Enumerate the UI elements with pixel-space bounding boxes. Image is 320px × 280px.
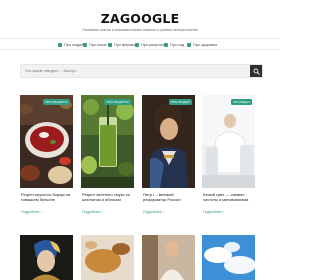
article-title[interactable]: Рецепт вкусного борща на говяжьем бульон… — [21, 192, 73, 202]
article-image-woman[interactable] — [142, 235, 195, 280]
nav-item-people[interactable]: Про людей — [58, 39, 83, 51]
site-logo[interactable]: ZAGOOGLE — [0, 11, 280, 26]
nav-bullet-icon — [135, 43, 139, 47]
read-more-link[interactable]: Подробнее › — [21, 210, 42, 214]
article-image-white[interactable]: ПРО ВЕЩИ — [202, 95, 255, 188]
food-photo — [81, 235, 134, 280]
arrow-right-icon: › — [101, 210, 103, 214]
main-nav: Про людей Про котов Про фермы Про рецепт… — [0, 38, 280, 50]
nav-item-farms[interactable]: Про фермы — [108, 39, 135, 51]
article-image-girl-pearl[interactable] — [20, 235, 73, 280]
nav-bullet-icon — [187, 43, 191, 47]
category-badge[interactable]: ПРО РЕЦЕПТЫ — [42, 99, 70, 105]
arrow-right-icon: › — [222, 210, 224, 214]
read-more-link[interactable]: Подробнее › — [143, 210, 164, 214]
read-more-label: Подробнее — [143, 210, 162, 214]
article-image-portrait[interactable]: ПРО ЛЮДЕЙ — [142, 95, 195, 188]
category-badge[interactable]: ПРО РЕЦЕПТЫ — [103, 99, 131, 105]
category-badge[interactable]: ПРО ВЕЩИ — [230, 99, 252, 105]
article-title[interactable]: Рецепт зеленого смузи со шпинатом и ябло… — [82, 192, 134, 202]
read-more-link[interactable]: Подробнее › — [203, 210, 224, 214]
article-image-food[interactable] — [81, 235, 134, 280]
nav-bullet-icon — [58, 43, 62, 47]
search-input[interactable] — [21, 65, 247, 77]
nav-item-label: Про людей — [64, 43, 84, 47]
read-more-label: Подробнее — [21, 210, 40, 214]
nav-item-label: Про фермы — [114, 43, 135, 47]
nav-item-label: Про рецепты — [141, 43, 164, 47]
article-title[interactable]: Белый цвет — символ чистоты и минимализм… — [203, 192, 255, 202]
article-image-sky[interactable] — [202, 235, 255, 280]
sky-photo — [202, 235, 255, 280]
read-more-link[interactable]: Подробнее › — [82, 210, 103, 214]
article-image-smoothie[interactable]: ПРО РЕЦЕПТЫ — [81, 95, 134, 188]
search-button[interactable] — [250, 65, 262, 77]
nav-item-garden[interactable]: Про сад — [164, 39, 184, 51]
read-more-label: Подробнее — [203, 210, 222, 214]
read-more-label: Подробнее — [82, 210, 101, 214]
smoothie-photo — [81, 95, 134, 188]
search-icon — [253, 68, 260, 75]
painting-photo — [20, 235, 73, 280]
nav-bullet-icon — [164, 43, 168, 47]
nav-item-recipes[interactable]: Про рецепты — [135, 39, 164, 51]
arrow-right-icon: › — [40, 210, 42, 214]
woman-photo — [142, 235, 195, 280]
nav-item-cats[interactable]: Про котов — [83, 39, 107, 51]
category-badge[interactable]: ПРО ЛЮДЕЙ — [168, 99, 192, 105]
nav-item-label: Про сад — [170, 43, 185, 47]
top-spacer — [0, 0, 280, 10]
portrait-photo — [142, 95, 195, 188]
search-bar — [20, 64, 263, 78]
nav-item-label: Про котов — [89, 43, 107, 47]
article-title[interactable]: Петр I – великий реформатор России — [143, 192, 195, 202]
arrow-right-icon: › — [162, 210, 164, 214]
borscht-photo — [20, 95, 73, 188]
site-tagline: Полезные статьи и познавательные новости… — [82, 28, 198, 32]
white-room-photo — [202, 95, 255, 188]
article-image-borscht[interactable]: ПРО РЕЦЕПТЫ — [20, 95, 73, 188]
nav-item-label: Про здоровье — [193, 43, 218, 47]
nav-bullet-icon — [83, 43, 87, 47]
nav-bullet-icon — [108, 43, 112, 47]
nav-item-health[interactable]: Про здоровье — [187, 39, 217, 51]
